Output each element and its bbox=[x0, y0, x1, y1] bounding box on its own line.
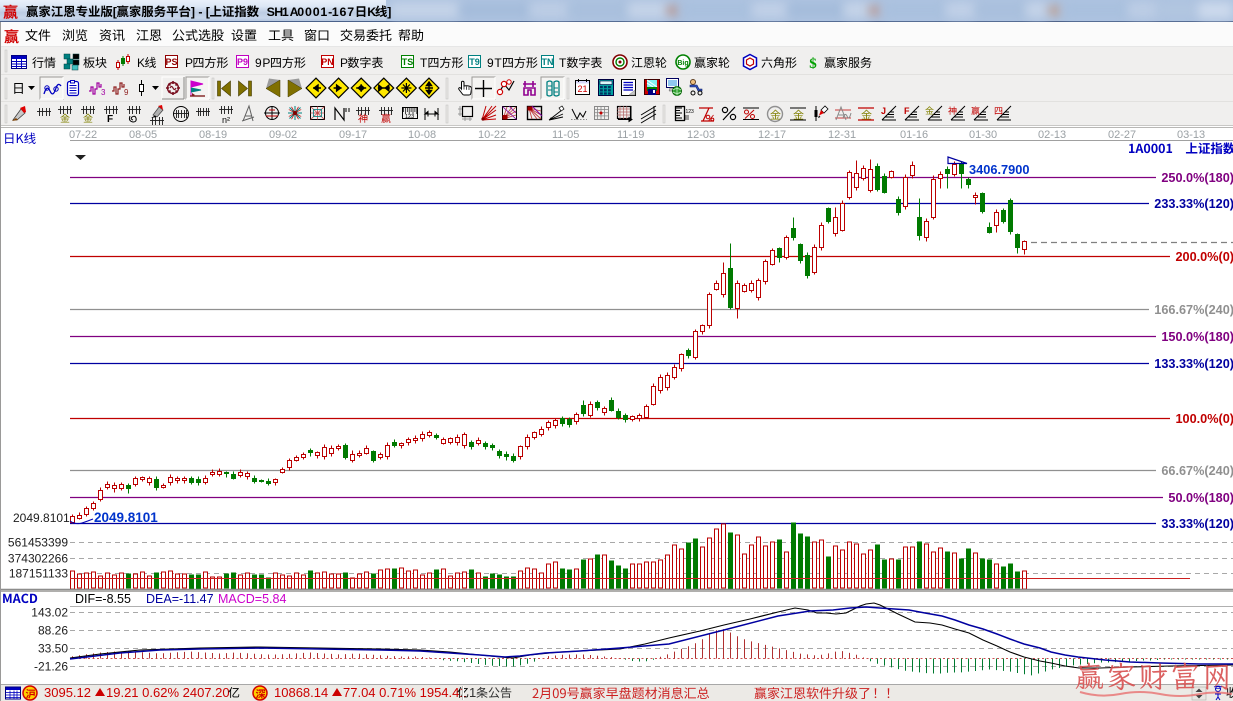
svg-text:11-19: 11-19 bbox=[617, 129, 644, 141]
svg-text:33.33%(120): 33.33%(120) bbox=[1161, 517, 1233, 531]
svg-text:02-27: 02-27 bbox=[1108, 129, 1136, 141]
svg-text:3: 3 bbox=[101, 88, 106, 97]
svg-text:09-02: 09-02 bbox=[269, 129, 297, 141]
svg-text:07-22: 07-22 bbox=[69, 129, 97, 141]
svg-text:10-22: 10-22 bbox=[478, 129, 506, 141]
svg-text:$: $ bbox=[809, 56, 817, 72]
svg-text:]: ] bbox=[191, 5, 195, 19]
svg-text:P9: P9 bbox=[237, 57, 248, 67]
svg-text:1: 1 bbox=[332, 5, 339, 19]
svg-text:10-08: 10-08 bbox=[408, 129, 436, 141]
svg-text:12-03: 12-03 bbox=[687, 129, 715, 141]
svg-text:33.50: 33.50 bbox=[38, 642, 68, 656]
svg-text:3095.12: 3095.12 bbox=[44, 685, 91, 700]
svg-text:187151133: 187151133 bbox=[9, 567, 69, 581]
svg-text:-: - bbox=[198, 5, 202, 19]
svg-text:7: 7 bbox=[347, 5, 354, 19]
svg-text:6: 6 bbox=[340, 5, 347, 19]
svg-text:P: P bbox=[185, 56, 193, 70]
svg-text:P: P bbox=[340, 56, 348, 70]
svg-text:T9: T9 bbox=[469, 57, 480, 67]
svg-text:MACD=5.84: MACD=5.84 bbox=[218, 592, 286, 606]
svg-text:PN: PN bbox=[321, 57, 334, 67]
svg-text:166.67%(240): 166.67%(240) bbox=[1154, 303, 1233, 317]
svg-text:3406.7900: 3406.7900 bbox=[969, 162, 1030, 177]
svg-text:9: 9 bbox=[124, 88, 129, 97]
svg-text:K: K bbox=[367, 5, 376, 19]
svg-text:PS: PS bbox=[165, 57, 177, 67]
svg-text:21: 21 bbox=[577, 84, 587, 94]
svg-text:19.21 0.62% 2407.20: 19.21 0.62% 2407.20 bbox=[106, 685, 230, 700]
svg-text:150.0%(180): 150.0%(180) bbox=[1161, 330, 1233, 344]
svg-text:T: T bbox=[420, 56, 428, 70]
svg-text:123: 123 bbox=[405, 114, 414, 120]
svg-text:0: 0 bbox=[305, 5, 312, 19]
svg-text:1: 1 bbox=[469, 685, 476, 700]
svg-text:12-17: 12-17 bbox=[758, 129, 786, 141]
svg-text:]: ] bbox=[387, 5, 391, 19]
svg-text:2049.8101: 2049.8101 bbox=[13, 511, 70, 525]
svg-text:03-13: 03-13 bbox=[1177, 129, 1205, 141]
svg-text:K: K bbox=[137, 56, 145, 70]
svg-text:9: 9 bbox=[255, 56, 262, 70]
svg-text:77.04 0.71% 1954.41: 77.04 0.71% 1954.41 bbox=[343, 685, 467, 700]
svg-text:-21.26: -21.26 bbox=[34, 660, 68, 674]
svg-text:09-17: 09-17 bbox=[339, 129, 367, 141]
svg-text:TS: TS bbox=[402, 57, 414, 67]
svg-text:DEA=-11.47: DEA=-11.47 bbox=[146, 592, 214, 606]
svg-text:2049.8101: 2049.8101 bbox=[94, 510, 158, 525]
svg-text:T: T bbox=[559, 56, 567, 70]
svg-text:50.0%(180): 50.0%(180) bbox=[1168, 491, 1233, 505]
svg-text:1: 1 bbox=[320, 5, 327, 19]
svg-text:100.0%(0): 100.0%(0) bbox=[1175, 412, 1233, 426]
svg-text:F: F bbox=[904, 106, 910, 116]
svg-text:[: [ bbox=[113, 5, 117, 19]
svg-text:66.67%(240): 66.67%(240) bbox=[1161, 464, 1233, 478]
svg-text:250.0%(180): 250.0%(180) bbox=[1161, 171, 1233, 185]
svg-text:[: [ bbox=[206, 5, 210, 19]
svg-text:01-30: 01-30 bbox=[969, 129, 997, 141]
svg-text:01-16: 01-16 bbox=[900, 129, 928, 141]
svg-text:374302266: 374302266 bbox=[8, 552, 68, 566]
svg-text:02-13: 02-13 bbox=[1038, 129, 1066, 141]
svg-text:9: 9 bbox=[487, 56, 494, 70]
svg-text:11-05: 11-05 bbox=[552, 129, 579, 141]
svg-text:J: J bbox=[881, 106, 886, 116]
svg-text:Big: Big bbox=[677, 60, 688, 67]
svg-text:T: T bbox=[494, 56, 502, 70]
svg-text:10868.14: 10868.14 bbox=[274, 685, 328, 700]
svg-text:08-19: 08-19 bbox=[199, 129, 227, 141]
svg-text:TN: TN bbox=[542, 57, 554, 67]
svg-text:88.26: 88.26 bbox=[38, 624, 68, 638]
svg-text:133.33%(120): 133.33%(120) bbox=[1154, 357, 1233, 371]
svg-text:DIF=-8.55: DIF=-8.55 bbox=[75, 592, 131, 606]
svg-text:561453399: 561453399 bbox=[8, 536, 68, 550]
svg-text:1: 1 bbox=[282, 5, 289, 19]
svg-text:08-05: 08-05 bbox=[129, 129, 157, 141]
svg-text:233.33%(120): 233.33%(120) bbox=[1154, 197, 1233, 211]
svg-text:12-31: 12-31 bbox=[828, 129, 856, 141]
svg-text:200.0%(0): 200.0%(0) bbox=[1175, 250, 1233, 264]
svg-text:P: P bbox=[262, 56, 270, 70]
svg-text:0: 0 bbox=[313, 5, 320, 19]
svg-text:0: 0 bbox=[297, 5, 304, 19]
svg-text:123: 123 bbox=[686, 109, 695, 115]
svg-text:F: F bbox=[107, 114, 113, 125]
svg-text:143.02: 143.02 bbox=[31, 606, 68, 620]
svg-text:n²: n² bbox=[222, 115, 230, 125]
